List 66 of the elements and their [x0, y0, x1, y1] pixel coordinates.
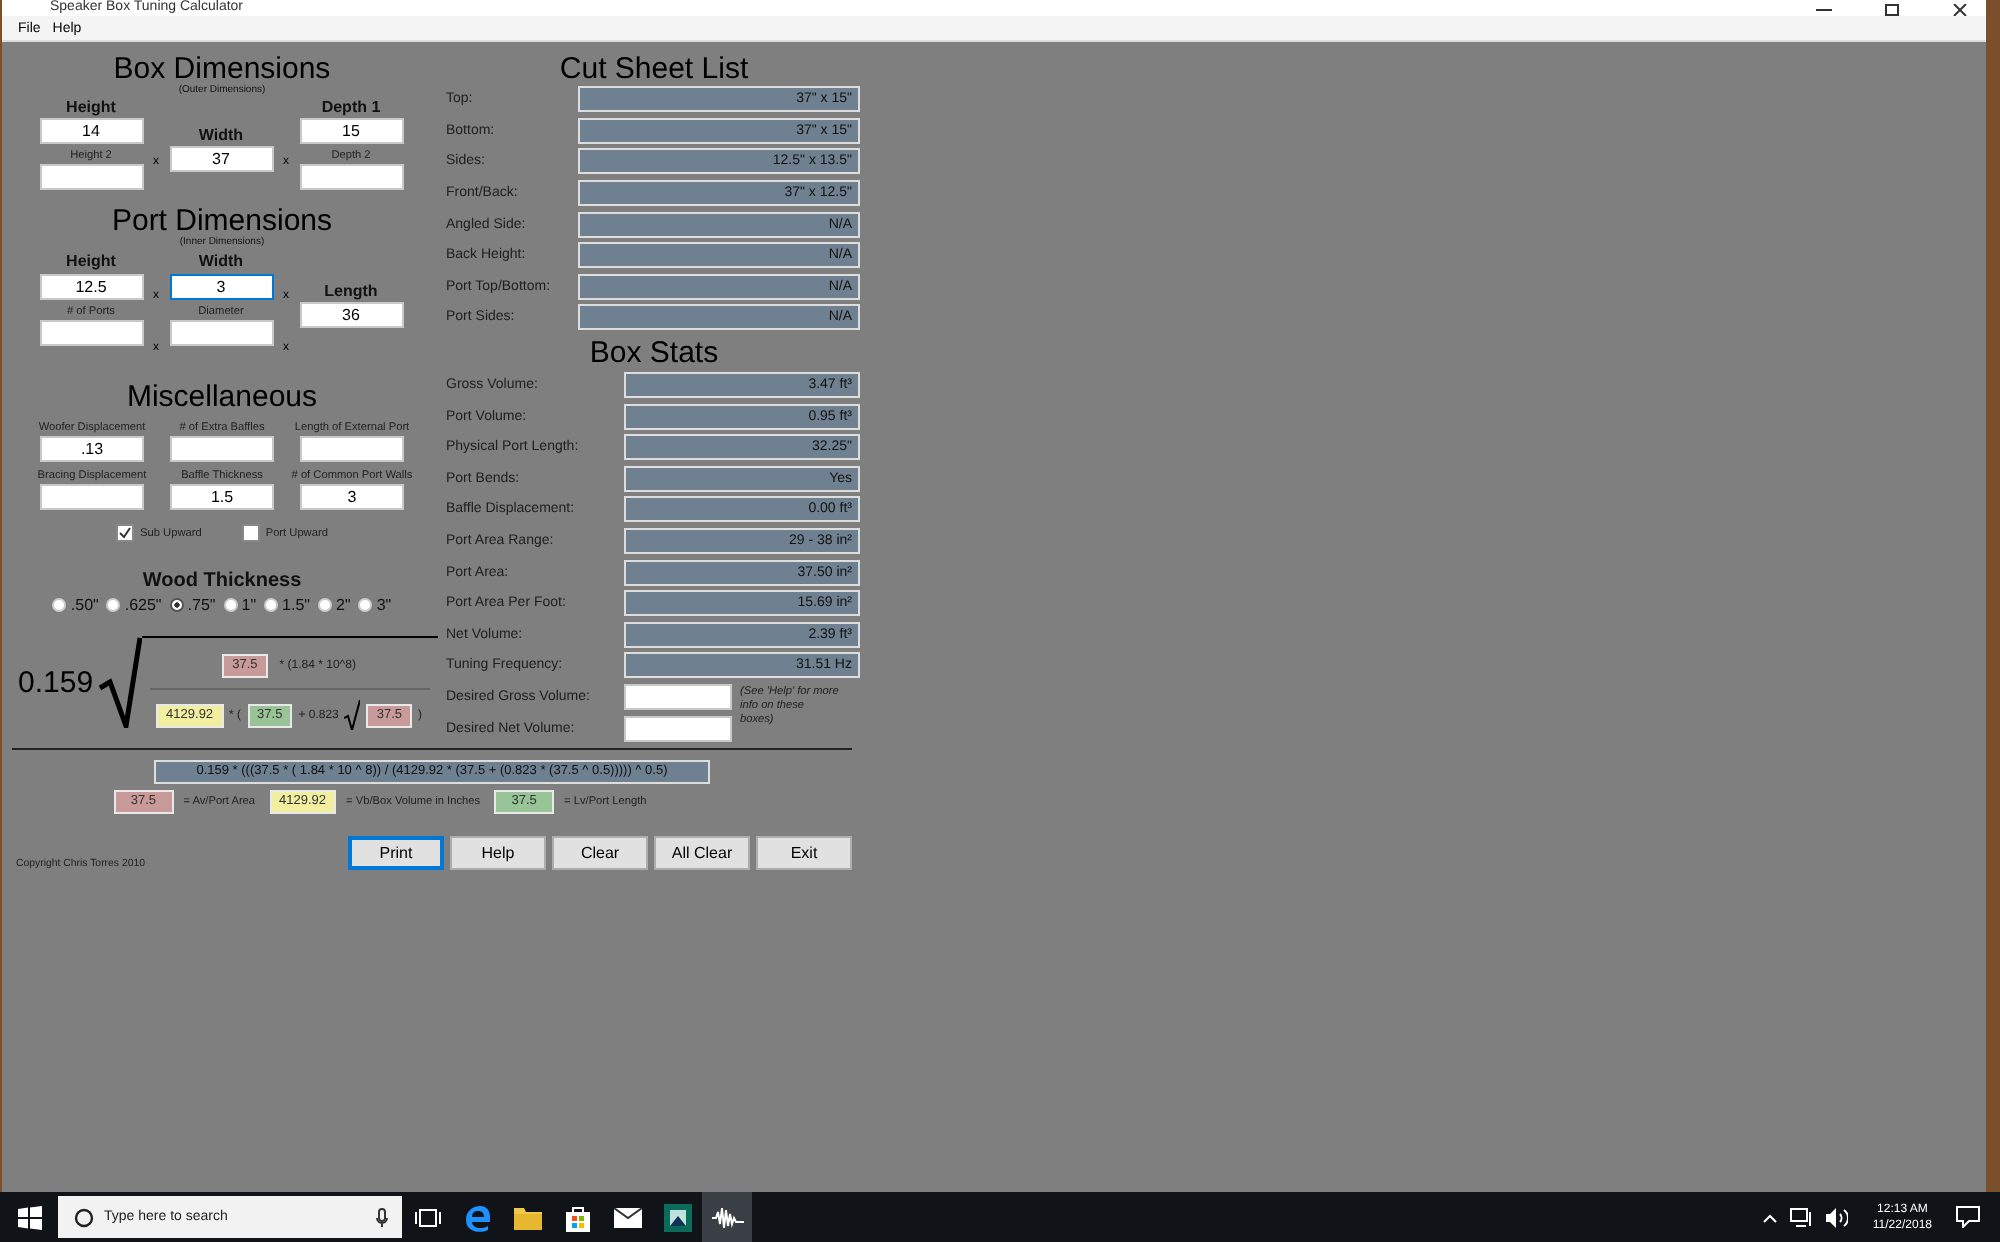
section-title: Box Dimensions — [113, 54, 331, 84]
field-label: Height — [66, 98, 116, 118]
radio-button[interactable] — [169, 598, 184, 612]
input-field[interactable]: 1.5 — [170, 484, 274, 510]
field-label: Width — [198, 126, 244, 146]
microphone-icon[interactable] — [376, 1207, 388, 1227]
minimize-icon[interactable] — [1814, 4, 1834, 16]
start-icon[interactable] — [18, 1205, 42, 1229]
input-field[interactable]: 14 — [39, 118, 143, 144]
field-label: Length — [324, 282, 378, 302]
taskbar-button[interactable] — [702, 1192, 752, 1242]
radio-label: .50" — [70, 596, 99, 614]
coefficient: 0.159 — [18, 666, 94, 700]
input-field[interactable] — [39, 320, 143, 346]
notification-icon[interactable] — [1956, 1206, 1980, 1228]
radio-label: 3" — [376, 596, 392, 614]
browser-e-icon — [463, 1203, 491, 1231]
shopping-bag-icon — [563, 1203, 591, 1231]
maximize-icon[interactable] — [1882, 4, 1902, 16]
input-field[interactable]: 36 — [299, 302, 403, 328]
section-title: Port Dimensions — [111, 206, 333, 236]
app-icon — [663, 1203, 691, 1231]
radio-label: 2" — [336, 596, 351, 614]
radio-label: 1" — [241, 596, 257, 614]
root-sign-icon — [344, 700, 361, 730]
input-field[interactable]: 37 — [169, 146, 273, 172]
form-button[interactable]: Print — [348, 835, 444, 870]
field-label: Height — [66, 252, 116, 272]
root-sign-icon — [97, 636, 142, 728]
network-icon[interactable] — [1790, 1207, 1815, 1227]
input-field[interactable] — [624, 683, 732, 710]
chevron-up-icon[interactable] — [1762, 1211, 1779, 1223]
section-title: Miscellaneous — [126, 382, 318, 412]
radio-label: 1.5" — [282, 596, 311, 614]
input-field[interactable]: .13 — [40, 436, 144, 462]
input-field[interactable]: 3 — [300, 484, 404, 510]
form-button[interactable]: Exit — [756, 835, 852, 870]
input-field[interactable] — [170, 436, 274, 462]
form-button[interactable]: All Clear — [654, 835, 750, 870]
input-field[interactable] — [624, 715, 732, 742]
checkbox[interactable] — [241, 524, 260, 542]
section-title: Box Stats — [587, 337, 721, 368]
input-field[interactable]: 12.5 — [39, 274, 143, 300]
form-button[interactable]: Clear — [552, 835, 648, 870]
form-button[interactable]: Help — [450, 835, 546, 870]
mail-icon — [613, 1207, 641, 1227]
volume-icon[interactable] — [1826, 1207, 1849, 1227]
input-field[interactable] — [39, 164, 143, 190]
input-field[interactable] — [169, 320, 273, 346]
field-label: Width — [198, 252, 244, 272]
field-label: Depth 1 — [321, 98, 381, 118]
radio-label: .625" — [124, 596, 162, 614]
input-field[interactable]: 3 — [169, 274, 273, 300]
checkbox[interactable] — [116, 524, 135, 542]
search-icon — [74, 1207, 94, 1227]
input-field[interactable] — [299, 164, 403, 190]
task-view-icon — [413, 1205, 441, 1229]
section-title: Cut Sheet List — [557, 54, 751, 84]
input-field[interactable]: 15 — [299, 118, 403, 144]
waveform-icon — [711, 1205, 743, 1229]
section-title: Wood Thickness — [142, 570, 302, 592]
radio-label: .75" — [187, 596, 216, 614]
input-field[interactable] — [40, 484, 144, 510]
close-icon[interactable] — [1950, 4, 1970, 16]
folder-icon — [513, 1205, 541, 1229]
input-field[interactable] — [300, 436, 404, 462]
